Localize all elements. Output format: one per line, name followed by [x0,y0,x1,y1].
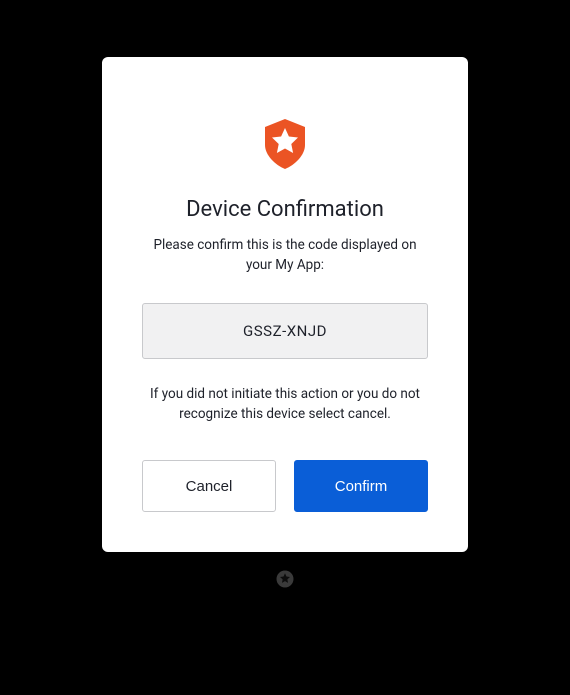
dialog-title: Device Confirmation [186,197,384,222]
brand-logo [259,117,311,175]
footer-provider-badge [276,570,294,588]
device-code-display: GSSZ-XNJD [142,303,428,359]
shield-star-icon [259,117,311,171]
button-row: Cancel Confirm [142,460,428,512]
dialog-instruction: If you did not initiate this action or y… [142,385,428,424]
cancel-button[interactable]: Cancel [142,460,276,512]
provider-badge-icon [276,570,294,588]
confirm-button[interactable]: Confirm [294,460,428,512]
device-confirmation-dialog: Device Confirmation Please confirm this … [102,57,468,552]
dialog-subtitle: Please confirm this is the code displaye… [142,236,428,275]
